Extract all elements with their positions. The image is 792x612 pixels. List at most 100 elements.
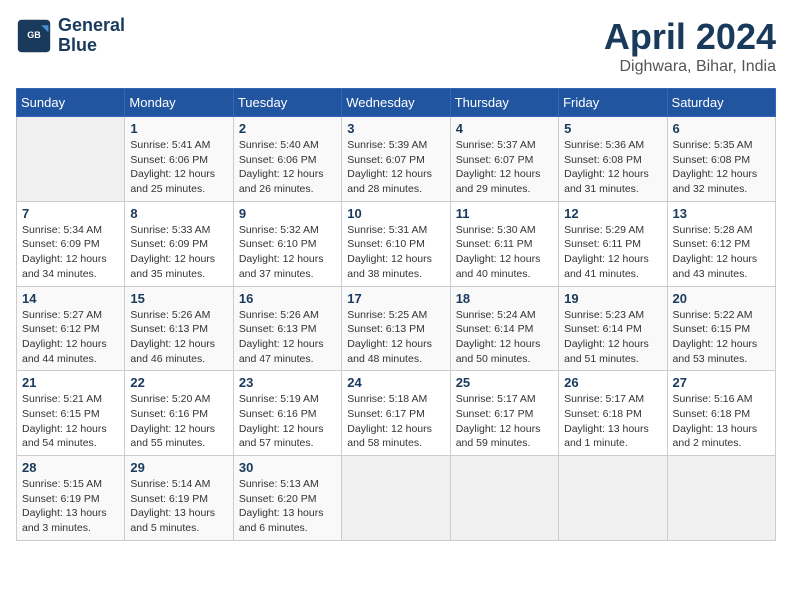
calendar-cell: 18 Sunrise: 5:24 AM Sunset: 6:14 PM Dayli… — [450, 286, 558, 371]
calendar-cell — [559, 456, 667, 541]
day-number: 12 — [564, 206, 661, 221]
day-info: Sunrise: 5:27 AM Sunset: 6:12 PM Dayligh… — [22, 308, 119, 367]
logo-icon: GB — [16, 18, 52, 54]
day-number: 16 — [239, 291, 336, 306]
day-info: Sunrise: 5:26 AM Sunset: 6:13 PM Dayligh… — [130, 308, 227, 367]
calendar-cell: 16 Sunrise: 5:26 AM Sunset: 6:13 PM Dayli… — [233, 286, 341, 371]
weekday-header-friday: Friday — [559, 89, 667, 117]
day-info: Sunrise: 5:34 AM Sunset: 6:09 PM Dayligh… — [22, 223, 119, 282]
logo: GB General Blue — [16, 16, 125, 56]
calendar-cell: 26Sunrise: 5:17 AM Sunset: 6:18 PM Dayli… — [559, 371, 667, 456]
calendar-cell: 19Sunrise: 5:23 AM Sunset: 6:14 PM Dayli… — [559, 286, 667, 371]
calendar-cell: 22Sunrise: 5:20 AM Sunset: 6:16 PM Dayli… — [125, 371, 233, 456]
calendar-header: SundayMondayTuesdayWednesdayThursdayFrid… — [17, 89, 776, 117]
day-info: Sunrise: 5:37 AM Sunset: 6:07 PM Dayligh… — [456, 138, 553, 197]
day-number: 14 — [22, 291, 119, 306]
day-info: Sunrise: 5:36 AM Sunset: 6:08 PM Dayligh… — [564, 138, 661, 197]
day-number: 6 — [673, 121, 770, 136]
calendar-cell: 11Sunrise: 5:30 AM Sunset: 6:11 PM Dayli… — [450, 201, 558, 286]
day-info: Sunrise: 5:24 AM Sunset: 6:14 PM Dayligh… — [456, 308, 553, 367]
day-number: 30 — [239, 460, 336, 475]
calendar-body: 1 Sunrise: 5:41 AM Sunset: 6:06 PM Daylig… — [17, 117, 776, 541]
weekday-header-sunday: Sunday — [17, 89, 125, 117]
day-number: 27 — [673, 375, 770, 390]
day-info: Sunrise: 5:23 AM Sunset: 6:14 PM Dayligh… — [564, 308, 661, 367]
day-info: Sunrise: 5:20 AM Sunset: 6:16 PM Dayligh… — [130, 392, 227, 451]
calendar-cell: 15 Sunrise: 5:26 AM Sunset: 6:13 PM Dayli… — [125, 286, 233, 371]
day-info: Sunrise: 5:26 AM Sunset: 6:13 PM Dayligh… — [239, 308, 336, 367]
day-number: 13 — [673, 206, 770, 221]
calendar-cell: 5 Sunrise: 5:36 AM Sunset: 6:08 PM Daylig… — [559, 117, 667, 202]
day-info: Sunrise: 5:19 AM Sunset: 6:16 PM Dayligh… — [239, 392, 336, 451]
calendar-table: SundayMondayTuesdayWednesdayThursdayFrid… — [16, 88, 776, 541]
calendar-cell: 27Sunrise: 5:16 AM Sunset: 6:18 PM Dayli… — [667, 371, 775, 456]
calendar-cell: 14 Sunrise: 5:27 AM Sunset: 6:12 PM Dayli… — [17, 286, 125, 371]
day-number: 24 — [347, 375, 444, 390]
calendar-cell: 3 Sunrise: 5:39 AM Sunset: 6:07 PM Daylig… — [342, 117, 450, 202]
calendar-week-row: 21 Sunrise: 5:21 AM Sunset: 6:15 PM Dayli… — [17, 371, 776, 456]
day-number: 23 — [239, 375, 336, 390]
day-number: 28 — [22, 460, 119, 475]
header: GB General Blue April 2024 Dighwara, Bih… — [16, 16, 776, 76]
logo-text: General Blue — [58, 16, 125, 56]
weekday-header-wednesday: Wednesday — [342, 89, 450, 117]
calendar-week-row: 1 Sunrise: 5:41 AM Sunset: 6:06 PM Daylig… — [17, 117, 776, 202]
calendar-week-row: 14 Sunrise: 5:27 AM Sunset: 6:12 PM Dayli… — [17, 286, 776, 371]
calendar-cell: 10 Sunrise: 5:31 AM Sunset: 6:10 PM Dayli… — [342, 201, 450, 286]
calendar-cell: 2Sunrise: 5:40 AM Sunset: 6:06 PM Daylig… — [233, 117, 341, 202]
day-number: 21 — [22, 375, 119, 390]
calendar-week-row: 7 Sunrise: 5:34 AM Sunset: 6:09 PM Daylig… — [17, 201, 776, 286]
calendar-cell: 6 Sunrise: 5:35 AM Sunset: 6:08 PM Daylig… — [667, 117, 775, 202]
weekday-header-monday: Monday — [125, 89, 233, 117]
calendar-cell: 20 Sunrise: 5:22 AM Sunset: 6:15 PM Dayli… — [667, 286, 775, 371]
calendar-subtitle: Dighwara, Bihar, India — [604, 58, 776, 76]
day-info: Sunrise: 5:22 AM Sunset: 6:15 PM Dayligh… — [673, 308, 770, 367]
calendar-cell — [667, 456, 775, 541]
day-info: Sunrise: 5:17 AM Sunset: 6:18 PM Dayligh… — [564, 392, 661, 451]
day-info: Sunrise: 5:41 AM Sunset: 6:06 PM Dayligh… — [130, 138, 227, 197]
day-info: Sunrise: 5:15 AM Sunset: 6:19 PM Dayligh… — [22, 477, 119, 536]
calendar-cell — [17, 117, 125, 202]
day-info: Sunrise: 5:31 AM Sunset: 6:10 PM Dayligh… — [347, 223, 444, 282]
day-info: Sunrise: 5:33 AM Sunset: 6:09 PM Dayligh… — [130, 223, 227, 282]
day-info: Sunrise: 5:35 AM Sunset: 6:08 PM Dayligh… — [673, 138, 770, 197]
calendar-cell: 28 Sunrise: 5:15 AM Sunset: 6:19 PM Dayli… — [17, 456, 125, 541]
day-number: 5 — [564, 121, 661, 136]
svg-text:GB: GB — [27, 30, 41, 40]
calendar-cell — [450, 456, 558, 541]
calendar-cell: 4 Sunrise: 5:37 AM Sunset: 6:07 PM Daylig… — [450, 117, 558, 202]
calendar-cell: 25Sunrise: 5:17 AM Sunset: 6:17 PM Dayli… — [450, 371, 558, 456]
day-info: Sunrise: 5:17 AM Sunset: 6:17 PM Dayligh… — [456, 392, 553, 451]
day-number: 15 — [130, 291, 227, 306]
calendar-cell: 9 Sunrise: 5:32 AM Sunset: 6:10 PM Daylig… — [233, 201, 341, 286]
day-number: 4 — [456, 121, 553, 136]
day-info: Sunrise: 5:40 AM Sunset: 6:06 PM Dayligh… — [239, 138, 336, 197]
calendar-cell: 23 Sunrise: 5:19 AM Sunset: 6:16 PM Dayli… — [233, 371, 341, 456]
calendar-cell: 21 Sunrise: 5:21 AM Sunset: 6:15 PM Dayli… — [17, 371, 125, 456]
day-number: 11 — [456, 206, 553, 221]
day-number: 7 — [22, 206, 119, 221]
day-info: Sunrise: 5:18 AM Sunset: 6:17 PM Dayligh… — [347, 392, 444, 451]
day-info: Sunrise: 5:28 AM Sunset: 6:12 PM Dayligh… — [673, 223, 770, 282]
day-info: Sunrise: 5:13 AM Sunset: 6:20 PM Dayligh… — [239, 477, 336, 536]
calendar-cell: 8 Sunrise: 5:33 AM Sunset: 6:09 PM Daylig… — [125, 201, 233, 286]
day-info: Sunrise: 5:39 AM Sunset: 6:07 PM Dayligh… — [347, 138, 444, 197]
day-info: Sunrise: 5:29 AM Sunset: 6:11 PM Dayligh… — [564, 223, 661, 282]
day-number: 1 — [130, 121, 227, 136]
calendar-cell: 24 Sunrise: 5:18 AM Sunset: 6:17 PM Dayli… — [342, 371, 450, 456]
calendar-title: April 2024 — [604, 16, 776, 58]
weekday-header-thursday: Thursday — [450, 89, 558, 117]
day-number: 20 — [673, 291, 770, 306]
calendar-cell: 12 Sunrise: 5:29 AM Sunset: 6:11 PM Dayli… — [559, 201, 667, 286]
day-number: 3 — [347, 121, 444, 136]
day-number: 29 — [130, 460, 227, 475]
day-info: Sunrise: 5:25 AM Sunset: 6:13 PM Dayligh… — [347, 308, 444, 367]
day-number: 8 — [130, 206, 227, 221]
day-info: Sunrise: 5:32 AM Sunset: 6:10 PM Dayligh… — [239, 223, 336, 282]
day-number: 10 — [347, 206, 444, 221]
day-info: Sunrise: 5:21 AM Sunset: 6:15 PM Dayligh… — [22, 392, 119, 451]
calendar-cell — [342, 456, 450, 541]
day-number: 18 — [456, 291, 553, 306]
day-info: Sunrise: 5:14 AM Sunset: 6:19 PM Dayligh… — [130, 477, 227, 536]
day-number: 9 — [239, 206, 336, 221]
